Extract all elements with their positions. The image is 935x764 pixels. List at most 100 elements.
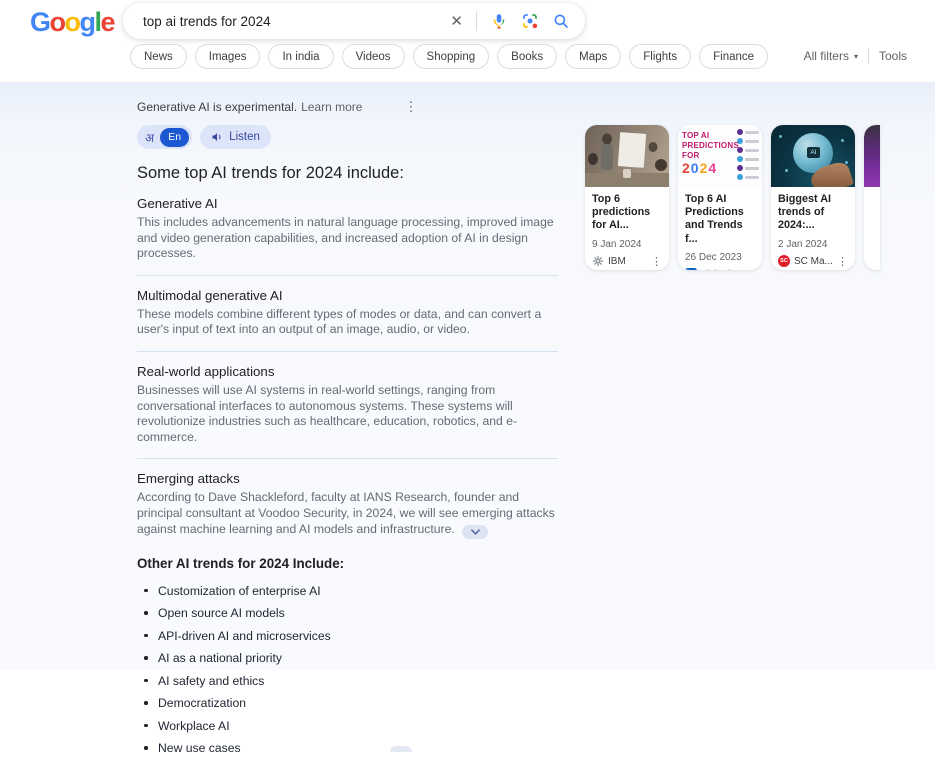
card-title: Top 6 AI Predictions and Trends f...	[685, 193, 755, 246]
card-date: 9 Jan 2024	[592, 239, 662, 250]
filter-chip-videos[interactable]: Videos	[342, 44, 405, 69]
language-en-button[interactable]: En	[160, 128, 189, 147]
logo-letter: o	[50, 7, 65, 38]
logo-letter: g	[80, 7, 95, 38]
tools-button[interactable]: Tools	[879, 49, 907, 63]
bullet-item: API-driven AI and microservices	[137, 629, 558, 643]
logo-letter: G	[30, 7, 50, 38]
section-title[interactable]: Generative AI	[137, 196, 558, 211]
language-toggle[interactable]: अ En	[137, 125, 192, 149]
listen-button[interactable]: Listen	[200, 125, 271, 149]
logo-letter: o	[65, 7, 80, 38]
section-body: This includes advancements in natural la…	[137, 215, 558, 262]
language-row: अ En Listen	[137, 125, 558, 149]
kebab-menu-icon[interactable]: ⋮	[404, 99, 417, 115]
sc-media-logo-icon: SC	[778, 255, 790, 267]
search-input[interactable]	[143, 14, 450, 29]
google-logo[interactable]: Google	[30, 7, 114, 38]
card-thumbnail: TOP AI PREDICTIONS FOR 2024	[678, 125, 762, 187]
section-title[interactable]: Emerging attacks	[137, 471, 558, 486]
translate-icon[interactable]: अ	[145, 129, 154, 146]
section-generative-ai: Generative AI This includes advancements…	[137, 196, 558, 276]
filter-chip-shopping[interactable]: Shopping	[413, 44, 490, 69]
result-card-linkedin[interactable]: TOP AI PREDICTIONS FOR 2024	[678, 125, 762, 270]
chevron-down-icon	[471, 529, 480, 535]
result-card-sc-media[interactable]: AI Biggest AI trends of 2024:... 2 Jan 2…	[771, 125, 855, 270]
close-icon[interactable]: ✕	[450, 14, 463, 29]
card-source-row: SC SC Ma... ⋮	[778, 255, 848, 268]
bullet-item: AI safety and ethics	[137, 674, 558, 688]
poster-text: TOP AI PREDICTIONS FOR 2024	[682, 131, 739, 175]
filter-chips: News Images In india Videos Shopping Boo…	[130, 44, 768, 69]
card-title: Top 6 predictions for AI...	[592, 193, 662, 233]
other-trends-list: Customization of enterprise AI Open sour…	[137, 584, 558, 756]
card-source-row: in LinkedIn ⋮	[685, 268, 755, 270]
all-filters-label: All filters	[804, 49, 849, 63]
filter-chip-images[interactable]: Images	[195, 44, 261, 69]
experimental-label: Generative AI is experimental.	[137, 100, 297, 114]
lens-icon[interactable]	[521, 12, 539, 30]
section-emerging-attacks: Emerging attacks According to Dave Shack…	[137, 471, 558, 544]
all-filters-button[interactable]: All filters ▾	[804, 49, 858, 63]
chevron-down-icon: ▾	[854, 52, 858, 61]
listen-label: Listen	[229, 131, 260, 143]
card-title: Biggest AI trends of 2024:...	[778, 193, 848, 233]
section-body-text: According to Dave Shackleford, faculty a…	[137, 490, 555, 535]
speaker-icon	[211, 131, 223, 143]
card-source-name: SC Ma...	[794, 256, 833, 267]
card-thumbnail	[864, 125, 880, 187]
trend-sections: Generative AI This includes advancements…	[137, 196, 558, 545]
logo-letter: e	[101, 7, 115, 38]
source-cards: Top 6 predictions for AI... 9 Jan 2024 I…	[585, 125, 880, 270]
experimental-banner: Generative AI is experimental. Learn mor…	[137, 99, 558, 115]
ai-overview-panel: Generative AI is experimental. Learn mor…	[0, 82, 935, 670]
filter-tools-area: All filters ▾ Tools	[804, 48, 907, 64]
section-title[interactable]: Real-world applications	[137, 364, 558, 379]
card-source-row: IBM ⋮	[592, 255, 662, 268]
bullet-item: AI as a national priority	[137, 651, 558, 665]
cutoff-button-sliver	[390, 746, 412, 752]
filter-chip-news[interactable]: News	[130, 44, 187, 69]
card-source-name: IBM	[608, 256, 626, 267]
mic-icon[interactable]	[490, 12, 508, 30]
section-body: According to Dave Shackleford, faculty a…	[137, 490, 558, 538]
search-icon[interactable]	[552, 12, 570, 30]
filter-chip-maps[interactable]: Maps	[565, 44, 621, 69]
divider	[868, 48, 869, 64]
searchbar-divider	[476, 11, 477, 31]
search-bar[interactable]: ✕	[123, 3, 585, 39]
ai-chip: AI	[807, 147, 820, 158]
page: Google ✕	[0, 0, 935, 670]
learn-more-link[interactable]: Learn more	[301, 100, 362, 114]
section-body: These models combine different types of …	[137, 307, 558, 338]
filter-chip-finance[interactable]: Finance	[699, 44, 768, 69]
result-card-ibm[interactable]: Top 6 predictions for AI... 9 Jan 2024 I…	[585, 125, 669, 270]
filter-chip-in-india[interactable]: In india	[268, 44, 333, 69]
bullet-item: Democratization	[137, 696, 558, 710]
card-source-name: LinkedIn	[701, 269, 739, 270]
section-title[interactable]: Multimodal generative AI	[137, 288, 558, 303]
expand-button[interactable]	[462, 525, 488, 539]
poster-bullets	[737, 129, 759, 180]
section-body: Businesses will use AI systems in real-w…	[137, 383, 558, 445]
card-date: 2 Jan 2024	[778, 239, 848, 250]
bullet-item: Workplace AI	[137, 719, 558, 733]
top-bar: Google ✕	[0, 0, 935, 82]
bullet-item: New use cases	[137, 741, 558, 755]
bullet-item: Customization of enterprise AI	[137, 584, 558, 598]
card-kebab-menu-icon[interactable]: ⋮	[744, 268, 755, 270]
card-thumbnail	[585, 125, 669, 187]
filter-chip-flights[interactable]: Flights	[629, 44, 691, 69]
ai-overview-heading: Some top AI trends for 2024 include:	[137, 164, 558, 183]
bullet-item: Open source AI models	[137, 606, 558, 620]
section-real-world: Real-world applications Businesses will …	[137, 364, 558, 459]
card-thumbnail: AI	[771, 125, 855, 187]
result-card-partial[interactable]	[864, 125, 880, 270]
card-kebab-menu-icon[interactable]: ⋮	[651, 255, 662, 268]
section-multimodal: Multimodal generative AI These models co…	[137, 288, 558, 352]
linkedin-logo-icon: in	[685, 268, 697, 270]
ibm-logo-icon	[592, 255, 604, 267]
filter-chip-books[interactable]: Books	[497, 44, 557, 69]
card-kebab-menu-icon[interactable]: ⋮	[837, 255, 848, 268]
card-date: 26 Dec 2023	[685, 252, 755, 263]
